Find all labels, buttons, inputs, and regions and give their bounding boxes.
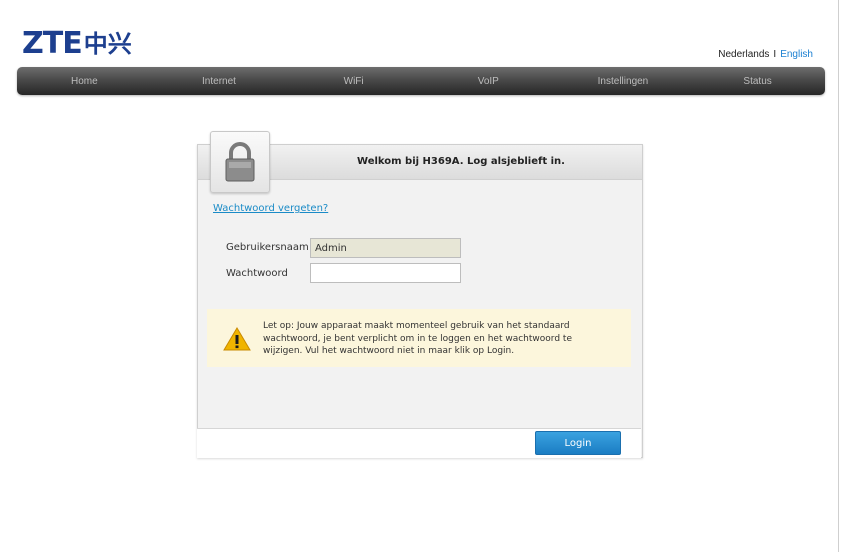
forgot-password-link[interactable]: Wachtwoord vergeten? bbox=[213, 203, 328, 214]
language-switcher: Nederlands I English bbox=[718, 49, 813, 60]
password-label: Wachtwoord bbox=[226, 268, 288, 279]
page-right-border bbox=[838, 0, 839, 552]
warning-icon bbox=[223, 327, 251, 351]
nav-item-wifi[interactable]: WiFi bbox=[294, 76, 414, 87]
nav-item-internet[interactable]: Internet bbox=[159, 76, 279, 87]
nav-item-home[interactable]: Home bbox=[24, 76, 144, 87]
nav-item-voip[interactable]: VoIP bbox=[428, 76, 548, 87]
username-label: Gebruikersnaam bbox=[226, 242, 309, 253]
nav-item-instellingen[interactable]: Instellingen bbox=[563, 76, 683, 87]
lock-icon-frame bbox=[210, 131, 270, 193]
username-field[interactable] bbox=[310, 238, 461, 258]
logo-latin: ZTE bbox=[22, 26, 83, 61]
main-navigation: Home Internet WiFi VoIP Instellingen Sta… bbox=[17, 67, 825, 95]
warning-message: Let op: Jouw apparaat maakt momenteel ge… bbox=[263, 321, 572, 356]
logo-chinese: 中兴 bbox=[83, 30, 132, 58]
language-separator: I bbox=[773, 49, 777, 60]
nav-item-status[interactable]: Status bbox=[698, 76, 818, 87]
language-dutch-link[interactable]: Nederlands bbox=[718, 49, 769, 60]
lock-icon bbox=[225, 142, 255, 182]
language-english-link[interactable]: English bbox=[780, 49, 813, 60]
password-field[interactable] bbox=[310, 263, 461, 283]
login-button[interactable]: Login bbox=[535, 431, 621, 455]
default-password-warning: Let op: Jouw apparaat maakt momenteel ge… bbox=[207, 309, 631, 367]
zte-logo: ZTE 中兴 bbox=[22, 28, 132, 60]
